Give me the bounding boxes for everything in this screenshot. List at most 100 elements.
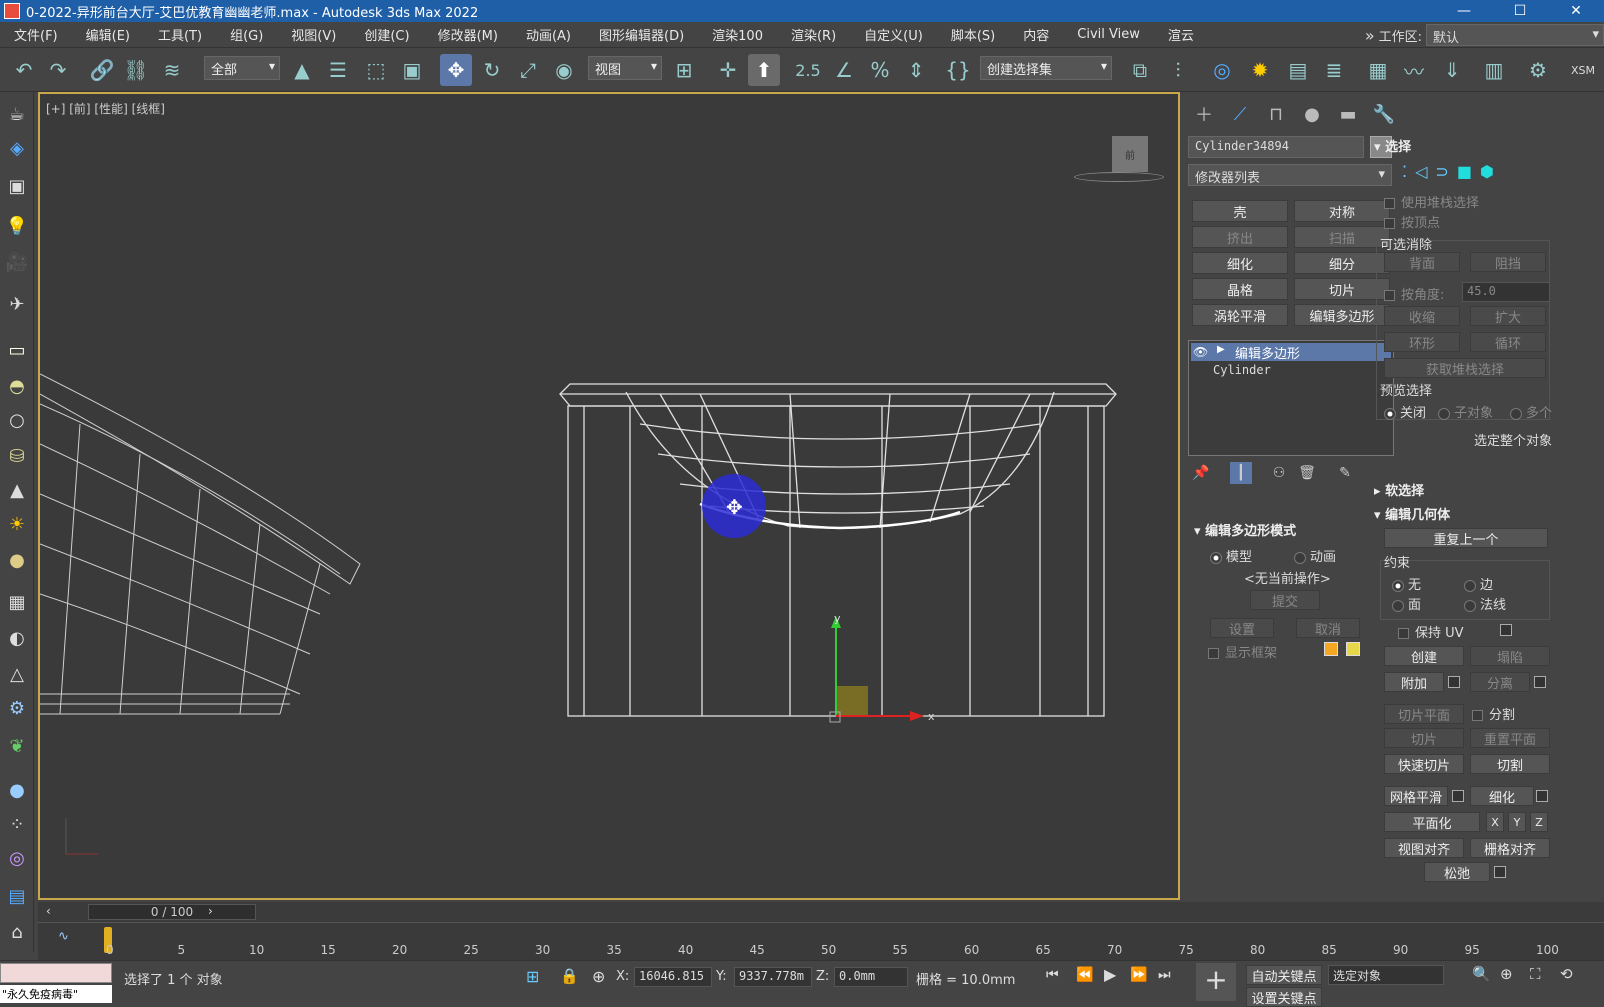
planarize-z-button[interactable]: Z	[1530, 812, 1548, 832]
preview-subobj-radio[interactable]: 子对象	[1438, 402, 1493, 421]
menu-create[interactable]: 创建(C)	[350, 25, 423, 44]
menu-scripting[interactable]: 脚本(S)	[937, 25, 1009, 44]
menu-edit[interactable]: 编辑(E)	[72, 25, 144, 44]
edit-poly-mode-rollout[interactable]: ▾ 编辑多边形模式	[1194, 520, 1296, 539]
app-plugin-icon[interactable]: ◎	[3, 844, 31, 872]
spinner-snap-icon[interactable]: ⇕	[900, 54, 932, 86]
shrink-button[interactable]: 收缩	[1384, 306, 1460, 326]
zoom-extents-icon[interactable]: ⛶	[1530, 965, 1541, 983]
next-key-icon[interactable]: ⏩	[1130, 967, 1147, 983]
prev-key-icon[interactable]: ⏪	[1076, 967, 1093, 983]
bind-space-warp-icon[interactable]: ≋	[156, 54, 188, 86]
material-editor-icon[interactable]: ▥	[1478, 54, 1510, 86]
soft-selection-rollout[interactable]: ▸ 软选择	[1374, 480, 1424, 499]
pivot-icon[interactable]: ⊞	[668, 54, 700, 86]
time-slider[interactable]: 0 / 100	[88, 904, 256, 920]
preserve-uv-checkbox[interactable]: 保持 UV	[1398, 622, 1464, 641]
border-icon[interactable]: ⊃	[1435, 162, 1448, 181]
tessellate-button[interactable]: 细化	[1470, 786, 1534, 806]
window-crossing-icon[interactable]: ▣	[396, 54, 428, 86]
schematic-view-icon[interactable]: ⇓	[1436, 54, 1468, 86]
planarize-button[interactable]: 平面化	[1384, 812, 1480, 832]
named-selection-dropdown[interactable]: 创建选择集	[980, 56, 1112, 80]
occluded-button[interactable]: 阻挡	[1470, 252, 1546, 272]
triangle-icon[interactable]: △	[3, 660, 31, 688]
display-tab-icon[interactable]: ▬	[1334, 102, 1362, 126]
goto-end-icon[interactable]: ⏭	[1158, 967, 1171, 983]
attach-button[interactable]: 附加	[1384, 672, 1444, 692]
planarize-x-button[interactable]: X	[1486, 812, 1504, 832]
slice-button[interactable]: 切片	[1384, 728, 1464, 748]
configure-sets-icon[interactable]: ✎	[1334, 462, 1356, 484]
front-viewport[interactable]: [+] [前] [性能] [线框] 前 ✥ y x	[38, 92, 1180, 900]
split-checkbox[interactable]: 分割	[1472, 704, 1515, 723]
viewport-icon[interactable]: ▣	[3, 172, 31, 200]
selection-rollout[interactable]: ▾ 选择	[1374, 136, 1411, 155]
reset-plane-button[interactable]: 重置平面	[1470, 728, 1550, 748]
expand-arrow-icon[interactable]: ▶	[1217, 344, 1225, 355]
angle-snap-icon[interactable]: ∠	[828, 54, 860, 86]
cone-icon[interactable]: ▲	[3, 476, 31, 504]
select-by-name-icon[interactable]: ☰	[322, 54, 354, 86]
detach-button[interactable]: 分离	[1470, 672, 1530, 692]
rect-selection-icon[interactable]: ⬚	[360, 54, 392, 86]
show-end-result-icon[interactable]: ┃	[1230, 462, 1252, 484]
sun-icon[interactable]: ☀	[3, 510, 31, 538]
menu-views[interactable]: 视图(V)	[277, 25, 350, 44]
menu-tools[interactable]: 工具(T)	[144, 25, 216, 44]
show-cage-checkbox[interactable]: 显示框架	[1208, 642, 1277, 661]
menu-animation[interactable]: 动画(A)	[512, 25, 585, 44]
menu-content[interactable]: 内容	[1009, 25, 1063, 44]
by-angle-checkbox[interactable]: 按角度:	[1384, 284, 1444, 303]
slice-plane-button[interactable]: 切片平面	[1384, 704, 1464, 724]
create-tab-icon[interactable]: ＋	[1190, 102, 1218, 126]
link-icon[interactable]: 🔗	[86, 54, 118, 86]
workspace-dropdown[interactable]: 默认	[1426, 24, 1604, 46]
x-coord-field[interactable]: 16046.815	[634, 967, 712, 987]
selection-filter-dropdown[interactable]: 全部	[204, 56, 280, 80]
modify-tab-icon[interactable]: ⟋	[1226, 102, 1254, 126]
constraint-none-radio[interactable]: 无	[1392, 574, 1421, 593]
polygon-icon[interactable]: ■	[1457, 162, 1472, 181]
mod-turbosmooth-button[interactable]: 涡轮平滑	[1192, 304, 1288, 326]
planarize-y-button[interactable]: Y	[1508, 812, 1526, 832]
preview-multi-radio[interactable]: 多个	[1510, 402, 1552, 421]
redo-icon[interactable]: ↷	[42, 54, 74, 86]
element-icon[interactable]: ⬢	[1480, 162, 1494, 181]
grow-button[interactable]: 扩大	[1470, 306, 1546, 326]
plane-icon[interactable]: ▭	[3, 336, 31, 364]
mod-extrude-button[interactable]: 挤出	[1192, 226, 1288, 248]
create-button[interactable]: 创建	[1384, 646, 1464, 666]
y-coord-field[interactable]: 9337.778m	[734, 967, 812, 987]
snap-toggle-icon[interactable]: 2.5	[792, 54, 824, 86]
next-frame-icon[interactable]: ›	[208, 904, 213, 918]
play-icon[interactable]: ▶	[1104, 965, 1116, 984]
menu-file[interactable]: 文件(F)	[0, 25, 72, 44]
helper-icon[interactable]: ✈	[3, 290, 31, 318]
object-name-field[interactable]: Cylinder34894	[1188, 136, 1364, 158]
light-icon[interactable]: 💡	[3, 212, 31, 240]
ref-coord-dropdown[interactable]: 视图	[588, 56, 662, 80]
select-move-icon[interactable]: ✥	[440, 54, 472, 86]
close-button[interactable]: ✕	[1548, 0, 1604, 22]
orbit-icon[interactable]: ⟲	[1560, 965, 1573, 983]
preserve-uv-settings-icon[interactable]	[1500, 624, 1512, 636]
menu-customize[interactable]: 自定义(U)	[850, 25, 937, 44]
prev-frame-icon[interactable]: ‹	[46, 904, 51, 918]
loop-button[interactable]: 循环	[1470, 332, 1546, 352]
commit-button[interactable]: 提交	[1250, 590, 1320, 610]
key-filter-dropdown[interactable]: 选定对象	[1328, 965, 1444, 985]
gear-icon[interactable]: ⚙	[3, 694, 31, 722]
cage-color-swatch-1[interactable]	[1324, 642, 1338, 656]
track-bar[interactable]: ∿ 0 5 10 15 20 25 30 35 40 45 50 55 60 65 70 75 80 85 90 95…	[38, 922, 1604, 960]
collapse-button[interactable]: 塌陷	[1470, 646, 1550, 666]
manipulate-icon[interactable]: ✛	[712, 54, 744, 86]
view-align-button[interactable]: 视图对齐	[1384, 838, 1464, 858]
stack-item-cylinder[interactable]: Cylinder	[1213, 363, 1271, 377]
house-icon[interactable]: ⌂	[3, 918, 31, 946]
isolate-icon[interactable]: ⊞	[526, 967, 539, 986]
percent-snap-icon[interactable]: %	[864, 54, 896, 86]
sphere-icon[interactable]: ○	[3, 406, 31, 434]
curve-editor-mini-icon[interactable]: ∿	[58, 929, 69, 944]
settings-button[interactable]: 设置	[1210, 618, 1274, 638]
